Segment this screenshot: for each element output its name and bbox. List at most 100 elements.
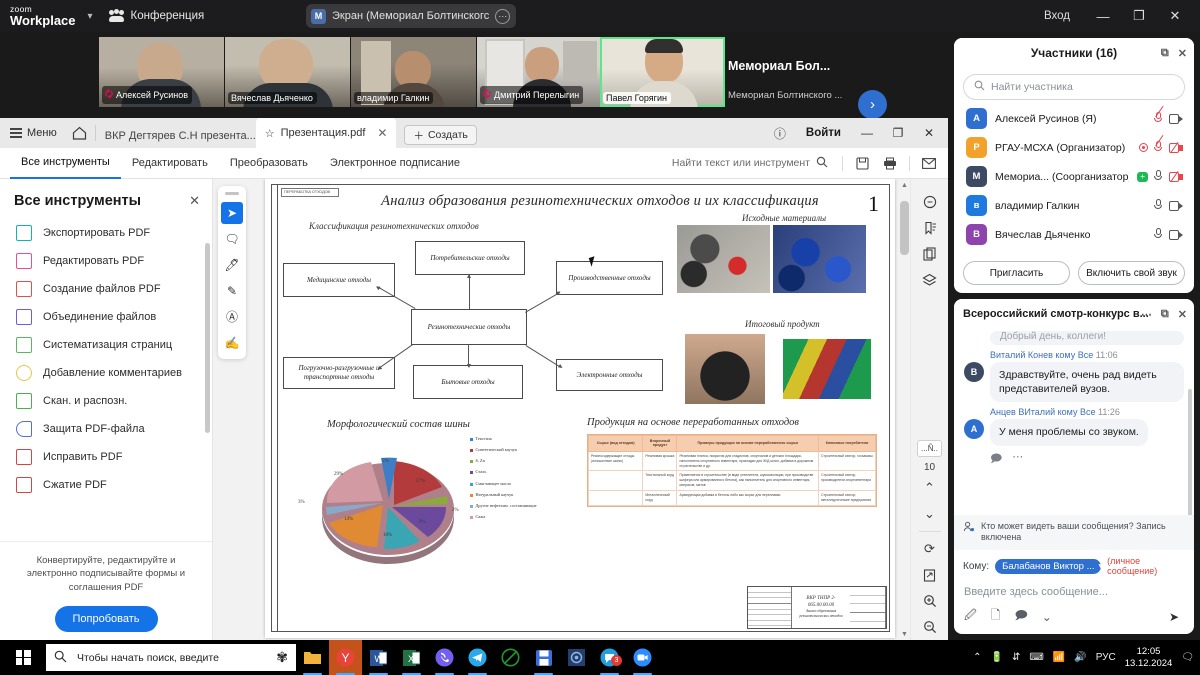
highlighter-icon[interactable]: 🖊: [221, 254, 243, 276]
tool-item-combine-files[interactable]: Объединение файлов: [0, 303, 212, 331]
attach-file-icon[interactable]: 🗋: [991, 606, 1001, 627]
tab-document-1[interactable]: ВКР Дегтярев С.Н презента...: [96, 124, 256, 148]
taskbar-app-word[interactable]: W: [362, 640, 395, 675]
menu-button[interactable]: Меню: [0, 118, 65, 148]
battery-icon[interactable]: 🔋: [991, 652, 1003, 663]
page-number-input[interactable]: ...Ñ..: [917, 440, 942, 457]
chevron-up-icon[interactable]: ⌃: [917, 475, 943, 501]
taskbar-app-viber[interactable]: [428, 640, 461, 675]
mic-muted-icon[interactable]: [1154, 134, 1164, 154]
sign-in-button[interactable]: Вход: [1030, 10, 1084, 22]
toolbar-tab-all-tools[interactable]: Все инструменты: [10, 148, 121, 179]
home-icon[interactable]: [65, 118, 95, 148]
wifi-icon[interactable]: 📶: [1053, 652, 1065, 663]
windows-start-icon[interactable]: [0, 640, 46, 675]
video-tile-active-speaker[interactable]: Павел Горягин: [600, 37, 725, 107]
try-button[interactable]: Попробовать: [54, 606, 158, 632]
taskbar-app-file-explorer[interactable]: [296, 640, 329, 675]
close-icon[interactable]: ✕: [1178, 308, 1187, 321]
popout-icon[interactable]: ⧉: [1161, 47, 1169, 60]
taskbar-app-settings[interactable]: [560, 640, 593, 675]
tools-scrollbar[interactable]: [205, 225, 210, 555]
tab-close-icon[interactable]: ✕: [377, 126, 387, 140]
comment-bubble-icon[interactable]: 🗨: [221, 228, 243, 250]
tool-item-create-pdf[interactable]: Создание файлов PDF: [0, 275, 212, 303]
pdf-document-view[interactable]: ПЕРЕРАБОТКА ОТХОДОВ Анализ образования р…: [251, 179, 910, 640]
chevron-up-icon[interactable]: ⌃: [973, 652, 981, 663]
help-icon[interactable]: ⓘ: [765, 119, 795, 147]
next-page-arrow-button[interactable]: ›: [858, 90, 887, 119]
acrobat-signin-button[interactable]: Войти: [796, 127, 851, 139]
create-button[interactable]: ＋ Создать: [404, 125, 477, 145]
camera-off-icon[interactable]: [1169, 141, 1184, 153]
star-icon[interactable]: ☆: [265, 127, 275, 140]
add-text-box-icon[interactable]: Ⓐ: [221, 306, 243, 328]
scrollbar-thumb[interactable]: [900, 201, 909, 255]
comment-icon[interactable]: [917, 189, 943, 215]
save-icon[interactable]: [849, 150, 875, 176]
keyboard-icon[interactable]: ⌨: [1029, 652, 1043, 663]
fit-page-icon[interactable]: [917, 562, 943, 588]
print-icon[interactable]: [877, 150, 903, 176]
zoom-in-icon[interactable]: [917, 588, 943, 614]
participant-row[interactable]: в владимир Галкин: [954, 191, 1194, 220]
clock[interactable]: 12:05 13.12.2024: [1125, 646, 1173, 670]
language-indicator[interactable]: РУС: [1096, 652, 1116, 663]
participant-row[interactable]: А Алексей Русинов (Я): [954, 104, 1194, 133]
more-dots-icon[interactable]: ⋯: [495, 8, 511, 24]
scroll-up-icon[interactable]: ▲: [900, 179, 909, 191]
mic-on-icon[interactable]: [1154, 199, 1163, 212]
send-icon[interactable]: ➤: [1164, 607, 1184, 627]
tool-item-fix-pdf[interactable]: Исправить PDF: [0, 443, 212, 471]
participant-search-input[interactable]: Найти участника: [963, 74, 1185, 100]
find-input[interactable]: Найти текст или инструмент: [672, 156, 836, 171]
mic-on-icon[interactable]: [1154, 228, 1163, 241]
taskbar-app-chat[interactable]: 3: [593, 640, 626, 675]
react-icon[interactable]: 🗩: [990, 450, 1002, 469]
participant-row[interactable]: М Мемориа... (Соорганизатор) +: [954, 162, 1194, 191]
search-icon[interactable]: [816, 156, 828, 171]
taskbar-app-save[interactable]: [527, 640, 560, 675]
tool-item-add-comments[interactable]: Добавление комментариев: [0, 359, 212, 387]
screen-share-indicator[interactable]: M Экран (Мемориал Болтинскогс ⋯: [306, 4, 517, 28]
participant-row[interactable]: В Вячеслав Дьяченко: [954, 220, 1194, 249]
restore-button[interactable]: ❐: [1122, 0, 1156, 32]
video-tile[interactable]: 🗘 Алексей Русинов: [99, 37, 224, 107]
participants-list[interactable]: А Алексей Русинов (Я) Р РГАУ-МСХА (Орган…: [954, 104, 1194, 254]
camera-on-icon[interactable]: [1169, 113, 1184, 124]
tool-item-organize-pages[interactable]: Систематизация страниц: [0, 331, 212, 359]
more-dots-icon[interactable]: ⋯: [1012, 450, 1023, 469]
mic-on-icon[interactable]: [1154, 170, 1163, 183]
tool-item-export-pdf[interactable]: Экспортировать PDF: [0, 219, 212, 247]
scroll-down-icon[interactable]: ▼: [900, 628, 909, 640]
notification-icon[interactable]: 🗨: [1181, 652, 1194, 663]
chevron-down-icon[interactable]: ▾: [88, 11, 93, 22]
tool-item-protect-pdf[interactable]: Защита PDF-файла: [0, 415, 212, 443]
document-scrollbar[interactable]: ▲ ▼: [899, 179, 910, 640]
video-tile[interactable]: 🗘 Дмитрий Перелыгин: [477, 37, 602, 107]
camera-on-icon[interactable]: [1169, 229, 1184, 240]
select-cursor-icon[interactable]: ➤: [221, 201, 243, 224]
rotate-icon[interactable]: ⟳: [917, 536, 943, 562]
participant-row[interactable]: Р РГАУ-МСХА (Организатор): [954, 133, 1194, 162]
taskbar-app-yandex-browser[interactable]: Y: [329, 640, 362, 675]
close-button[interactable]: ✕: [1158, 0, 1192, 32]
chevron-down-icon[interactable]: ⌄: [917, 501, 943, 527]
close-button[interactable]: ✕: [914, 119, 944, 147]
mail-icon[interactable]: [916, 150, 942, 176]
minimize-button[interactable]: —: [1086, 0, 1120, 32]
format-text-icon[interactable]: 🖉: [964, 606, 977, 627]
meeting-tab[interactable]: Конференция: [108, 9, 204, 22]
chat-messages[interactable]: Добрый день, коллеги! Виталий Конев кому…: [954, 329, 1194, 515]
toolbar-tab-convert[interactable]: Преобразовать: [219, 148, 319, 179]
chevron-down-icon[interactable]: ⌄: [1042, 610, 1052, 624]
taskbar-search-input[interactable]: Чтобы начать поиск, введите ✾: [46, 644, 296, 671]
drag-handle[interactable]: [225, 192, 239, 195]
restore-button[interactable]: ❐: [883, 119, 913, 147]
popout-icon[interactable]: ⧉: [1161, 308, 1169, 321]
video-tile[interactable]: владимир Галкин: [351, 37, 476, 107]
minimize-button[interactable]: —: [852, 119, 882, 147]
tab-document-2[interactable]: ☆ Презентация.pdf ✕: [255, 118, 397, 148]
tool-item-compress-pdf[interactable]: Сжатие PDF: [0, 471, 212, 499]
chat-input[interactable]: Введите здесь сообщение...: [954, 578, 1194, 598]
